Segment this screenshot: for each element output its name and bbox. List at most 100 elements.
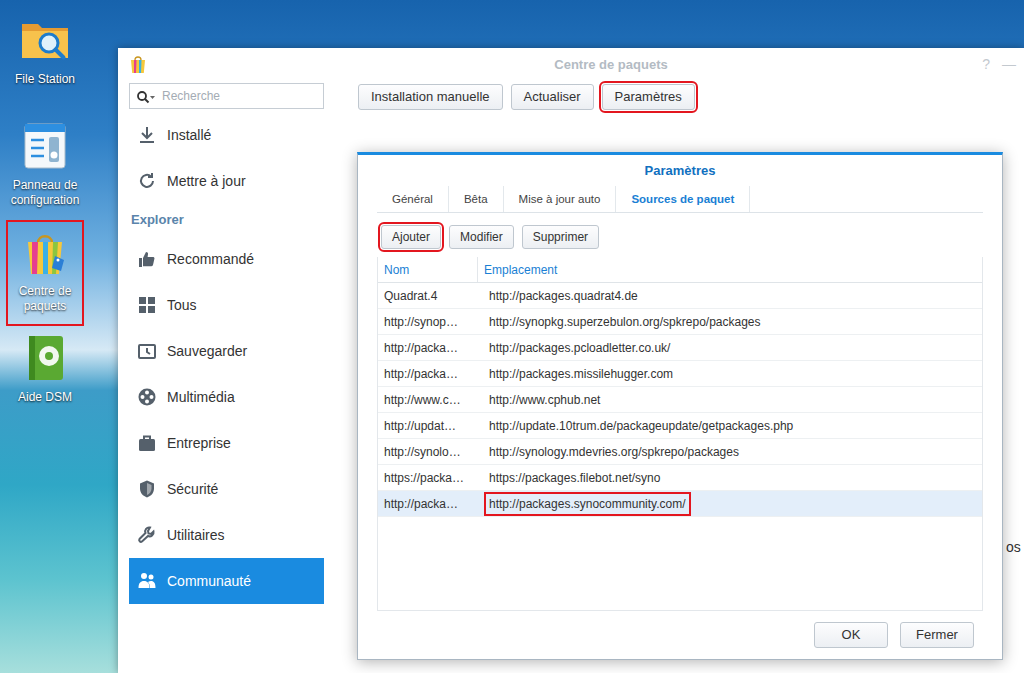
sidebar-item-label[interactable]: Sécurité: [167, 479, 218, 500]
table-row[interactable]: http://packa… http://packages.synocommuni…: [378, 491, 982, 517]
desktop-icon-label[interactable]: Aide DSM: [18, 390, 72, 405]
source-name[interactable]: https://packa…: [384, 469, 464, 487]
source-location[interactable]: http://packages.missilehugger.com: [484, 362, 678, 386]
table-cell[interactable]: http://packa…: [378, 335, 478, 360]
table-row[interactable]: https://packa… https://packages.filebot.n…: [378, 465, 982, 491]
dialog-tab[interactable]: Mise à jour auto: [504, 186, 617, 212]
table-cell[interactable]: http://updat…: [378, 413, 478, 438]
control-panel-icon: [19, 120, 71, 172]
source-name[interactable]: http://packa…: [384, 339, 458, 357]
table-cell[interactable]: http://packages.pcloadletter.co.uk/: [478, 335, 982, 360]
source-location[interactable]: http://packages.quadrat4.de: [484, 284, 643, 308]
table-cell[interactable]: http://synology.mdevries.org/spkrepo/pac…: [478, 439, 982, 464]
desktop-icons: File Station Panneau de configuration Cent…: [0, 8, 90, 432]
title-bar: Centre de paquets ?—: [118, 48, 1024, 80]
search-input[interactable]: [160, 86, 317, 106]
download-icon: [137, 125, 157, 145]
sidebar-item[interactable]: Recommandé: [129, 236, 324, 282]
source-location[interactable]: http://www.cphub.net: [484, 388, 605, 412]
desktop-icon-label[interactable]: Panneau de configuration: [9, 178, 81, 208]
table-cell[interactable]: https://packa…: [378, 465, 478, 490]
sidebar-item[interactable]: Installé: [129, 112, 324, 158]
source-location[interactable]: https://packages.filebot.net/syno: [484, 466, 665, 490]
table-cell[interactable]: http://update.10trum.de/packageupdate/ge…: [478, 413, 982, 438]
source-location[interactable]: http://packages.pcloadletter.co.uk/: [484, 336, 675, 360]
source-location[interactable]: http://update.10trum.de/packageupdate/ge…: [484, 414, 798, 438]
table-cell[interactable]: http://synopkg.superzebulon.org/spkrepo/…: [478, 309, 982, 334]
source-name[interactable]: http://www.c…: [384, 391, 461, 409]
desktop-icon[interactable]: Centre de paquets: [6, 220, 84, 326]
table-cell[interactable]: http://www.c…: [378, 387, 478, 412]
table-cell[interactable]: http://synolo…: [378, 439, 478, 464]
dialog-tabs: GénéralBêtaMise à jour autoSources de pa…: [377, 186, 983, 213]
source-button[interactable]: Supprimer: [522, 225, 599, 249]
source-name[interactable]: http://updat…: [384, 417, 456, 435]
desktop-icon[interactable]: File Station: [6, 8, 84, 114]
desktop-icon-label[interactable]: File Station: [15, 72, 75, 87]
sidebar-item-label[interactable]: Communauté: [167, 571, 251, 592]
source-name[interactable]: http://synolo…: [384, 443, 461, 461]
source-location[interactable]: http://synology.mdevries.org/spkrepo/pac…: [484, 440, 744, 464]
sidebar-item-label[interactable]: Entreprise: [167, 433, 231, 454]
table-cell[interactable]: http://www.cphub.net: [478, 387, 982, 412]
table-cell[interactable]: http://packages.synocommunity.com/: [478, 491, 982, 516]
source-name[interactable]: http://synop…: [384, 313, 458, 331]
sidebar-item-label[interactable]: Multimédia: [167, 387, 235, 408]
source-name[interactable]: http://packa…: [384, 365, 458, 383]
toolbar-button[interactable]: Installation manuelle: [358, 84, 503, 110]
sidebar-item[interactable]: Utilitaires: [129, 512, 324, 558]
desktop-icon[interactable]: Panneau de configuration: [6, 114, 84, 220]
table-cell[interactable]: http://packa…: [378, 361, 478, 386]
table-row[interactable]: http://www.c… http://www.cphub.net: [378, 387, 982, 413]
table-row[interactable]: Quadrat.4 http://packages.quadrat4.de: [378, 283, 982, 309]
table-cell[interactable]: http://synop…: [378, 309, 478, 334]
table-cell[interactable]: https://packages.filebot.net/syno: [478, 465, 982, 490]
sidebar-item-label[interactable]: Utilitaires: [167, 525, 225, 546]
source-location[interactable]: http://packages.synocommunity.com/: [484, 492, 691, 516]
dialog-body: AjouterModifierSupprimer NomEmplacementQ…: [358, 213, 1002, 611]
table-cell[interactable]: http://packa…: [378, 491, 478, 516]
sidebar-item-label[interactable]: Tous: [167, 295, 197, 316]
close-button[interactable]: Fermer: [900, 622, 974, 648]
source-name[interactable]: Quadrat.4: [384, 287, 437, 305]
ok-button[interactable]: OK: [814, 622, 888, 648]
dialog-tab[interactable]: Bêta: [449, 186, 504, 212]
toolbar-button[interactable]: Actualiser: [511, 84, 594, 110]
window-control[interactable]: —: [1002, 54, 1016, 75]
table-row[interactable]: http://synop… http://synopkg.superzebulon…: [378, 309, 982, 335]
table-cell[interactable]: http://packages.missilehugger.com: [478, 361, 982, 386]
folder-search-icon: [19, 14, 71, 66]
column-header[interactable]: Nom: [378, 257, 478, 282]
sidebar-item[interactable]: Tous: [129, 282, 324, 328]
window-control[interactable]: ?: [982, 54, 990, 75]
dialog-tab[interactable]: Général: [377, 186, 449, 212]
magnifier-icon: [136, 84, 156, 108]
source-name[interactable]: http://packa…: [384, 495, 458, 513]
sidebar-item[interactable]: Multimédia: [129, 374, 324, 420]
desktop-icon[interactable]: Aide DSM: [6, 326, 84, 432]
grid-icon: [137, 295, 157, 315]
sidebar-item-label[interactable]: Installé: [167, 125, 211, 146]
desktop-icon-label[interactable]: Centre de paquets: [9, 284, 81, 314]
table-row[interactable]: http://packa… http://packages.missilehugg…: [378, 361, 982, 387]
source-location[interactable]: http://synopkg.superzebulon.org/spkrepo/…: [484, 310, 766, 334]
table-row[interactable]: http://updat… http://update.10trum.de/pac…: [378, 413, 982, 439]
sidebar-item[interactable]: Mettre à jour: [129, 158, 324, 204]
table-cell[interactable]: Quadrat.4: [378, 283, 478, 308]
sidebar-item[interactable]: Entreprise: [129, 420, 324, 466]
sidebar-item[interactable]: Sauvegarder: [129, 328, 324, 374]
table-row[interactable]: http://synolo… http://synology.mdevries.o…: [378, 439, 982, 465]
sidebar-item[interactable]: Communauté: [129, 558, 324, 604]
toolbar-button[interactable]: Paramètres: [602, 84, 695, 110]
table-row[interactable]: http://packa… http://packages.pcloadlette…: [378, 335, 982, 361]
sidebar-item-label[interactable]: Sauvegarder: [167, 341, 247, 362]
sidebar-item-label[interactable]: Recommandé: [167, 249, 254, 270]
search-box[interactable]: [129, 83, 324, 109]
source-button[interactable]: Ajouter: [381, 225, 441, 249]
source-button[interactable]: Modifier: [449, 225, 514, 249]
table-cell[interactable]: http://packages.quadrat4.de: [478, 283, 982, 308]
column-header[interactable]: Emplacement: [478, 257, 982, 282]
dialog-tab[interactable]: Sources de paquet: [616, 186, 750, 212]
sidebar-item-label[interactable]: Mettre à jour: [167, 171, 246, 192]
sidebar-item[interactable]: Sécurité: [129, 466, 324, 512]
